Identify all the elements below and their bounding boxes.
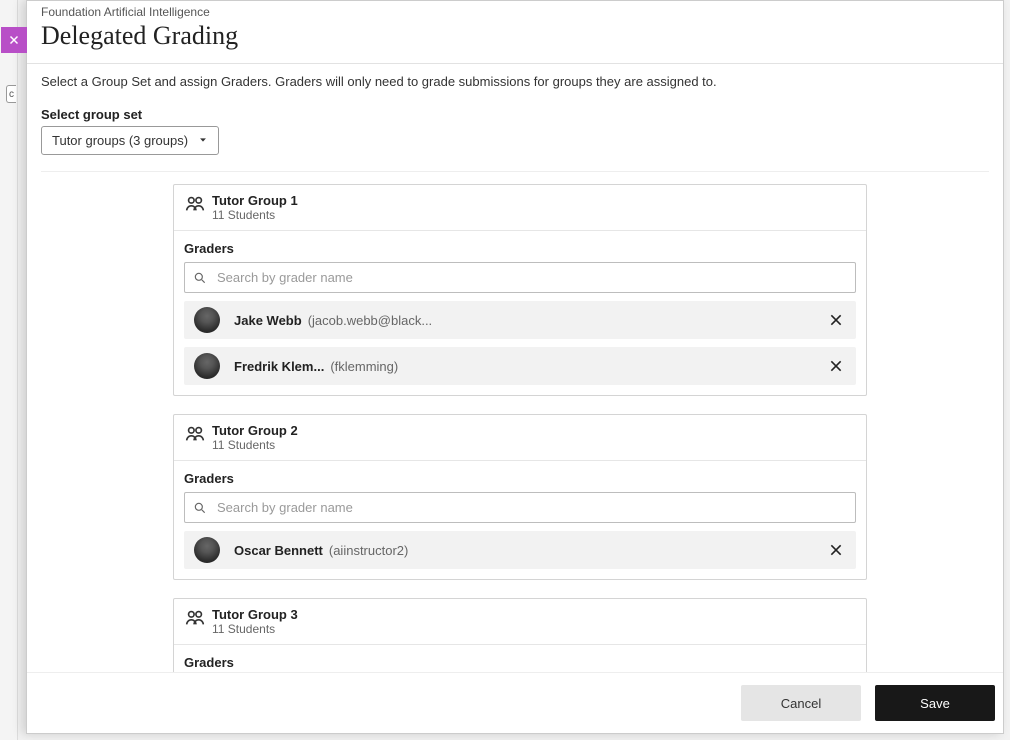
- group-student-count: 11 Students: [212, 208, 298, 222]
- group-student-count: 11 Students: [212, 438, 298, 452]
- avatar: [194, 353, 220, 379]
- cancel-button[interactable]: Cancel: [741, 685, 861, 721]
- avatar: [194, 307, 220, 333]
- graders-label: Graders: [184, 655, 856, 670]
- graders-label: Graders: [184, 241, 856, 256]
- close-icon: [7, 33, 21, 47]
- group-card: Tutor Group 3 11 Students Graders Arthur…: [173, 598, 867, 672]
- group-header: Tutor Group 1 11 Students: [174, 185, 866, 231]
- panel-header: Foundation Artificial Intelligence Deleg…: [27, 1, 1003, 63]
- group-set-select[interactable]: Tutor groups (3 groups): [41, 126, 219, 155]
- group-icon: [184, 607, 206, 629]
- grader-search-input[interactable]: [215, 269, 847, 286]
- group-header: Tutor Group 3 11 Students: [174, 599, 866, 645]
- grader-search[interactable]: [184, 492, 856, 523]
- grader-row: Fredrik Klem... (fklemming): [184, 347, 856, 385]
- grader-name: Fredrik Klem...: [234, 359, 324, 374]
- grader-name: Jake Webb: [234, 313, 302, 328]
- panel-footer: Cancel Save: [27, 672, 1003, 733]
- save-button[interactable]: Save: [875, 685, 995, 721]
- grader-username: (jacob.webb@black...: [308, 313, 432, 328]
- breadcrumb: Foundation Artificial Intelligence: [41, 5, 989, 19]
- group-name: Tutor Group 2: [212, 423, 298, 438]
- group-card: Tutor Group 1 11 Students Graders Jake W…: [173, 184, 867, 396]
- close-icon: [828, 542, 844, 558]
- group-set-label: Select group set: [41, 107, 989, 122]
- panel-body: Select a Group Set and assign Graders. G…: [27, 64, 1003, 672]
- graders-label: Graders: [184, 471, 856, 486]
- group-student-count: 11 Students: [212, 622, 298, 636]
- group-header: Tutor Group 2 11 Students: [174, 415, 866, 461]
- background-left-strip: [0, 0, 18, 740]
- page-title: Delegated Grading: [41, 21, 989, 51]
- grader-row: Jake Webb (jacob.webb@black...: [184, 301, 856, 339]
- grader-username: (aiinstructor2): [329, 543, 408, 558]
- grader-search-input[interactable]: [215, 499, 847, 516]
- avatar: [194, 537, 220, 563]
- close-panel-button[interactable]: [1, 27, 27, 53]
- chevron-down-icon: [198, 133, 208, 148]
- group-icon: [184, 423, 206, 445]
- group-set-selected-value: Tutor groups (3 groups): [52, 133, 188, 148]
- graders-section: Graders Arthur Ward (aiinstructor1): [174, 645, 866, 672]
- remove-grader-button[interactable]: [826, 310, 846, 330]
- group-card: Tutor Group 2 11 Students Graders Oscar …: [173, 414, 867, 580]
- grader-name: Oscar Bennett: [234, 543, 323, 558]
- description-text: Select a Group Set and assign Graders. G…: [41, 74, 989, 89]
- close-icon: [828, 358, 844, 374]
- delegated-grading-panel: Foundation Artificial Intelligence Deleg…: [26, 0, 1004, 734]
- search-icon: [193, 501, 207, 515]
- background-tab-indicator: c: [6, 85, 16, 103]
- grader-search[interactable]: [184, 262, 856, 293]
- close-icon: [828, 312, 844, 328]
- remove-grader-button[interactable]: [826, 540, 846, 560]
- group-name: Tutor Group 3: [212, 607, 298, 622]
- graders-section: Graders Oscar Bennett (aiinstructor2): [174, 461, 866, 579]
- section-divider: [41, 171, 989, 172]
- grader-row: Oscar Bennett (aiinstructor2): [184, 531, 856, 569]
- graders-section: Graders Jake Webb (jacob.webb@black...: [174, 231, 866, 395]
- groups-container: Tutor Group 1 11 Students Graders Jake W…: [173, 184, 867, 672]
- remove-grader-button[interactable]: [826, 356, 846, 376]
- search-icon: [193, 271, 207, 285]
- group-name: Tutor Group 1: [212, 193, 298, 208]
- group-icon: [184, 193, 206, 215]
- grader-username: (fklemming): [330, 359, 398, 374]
